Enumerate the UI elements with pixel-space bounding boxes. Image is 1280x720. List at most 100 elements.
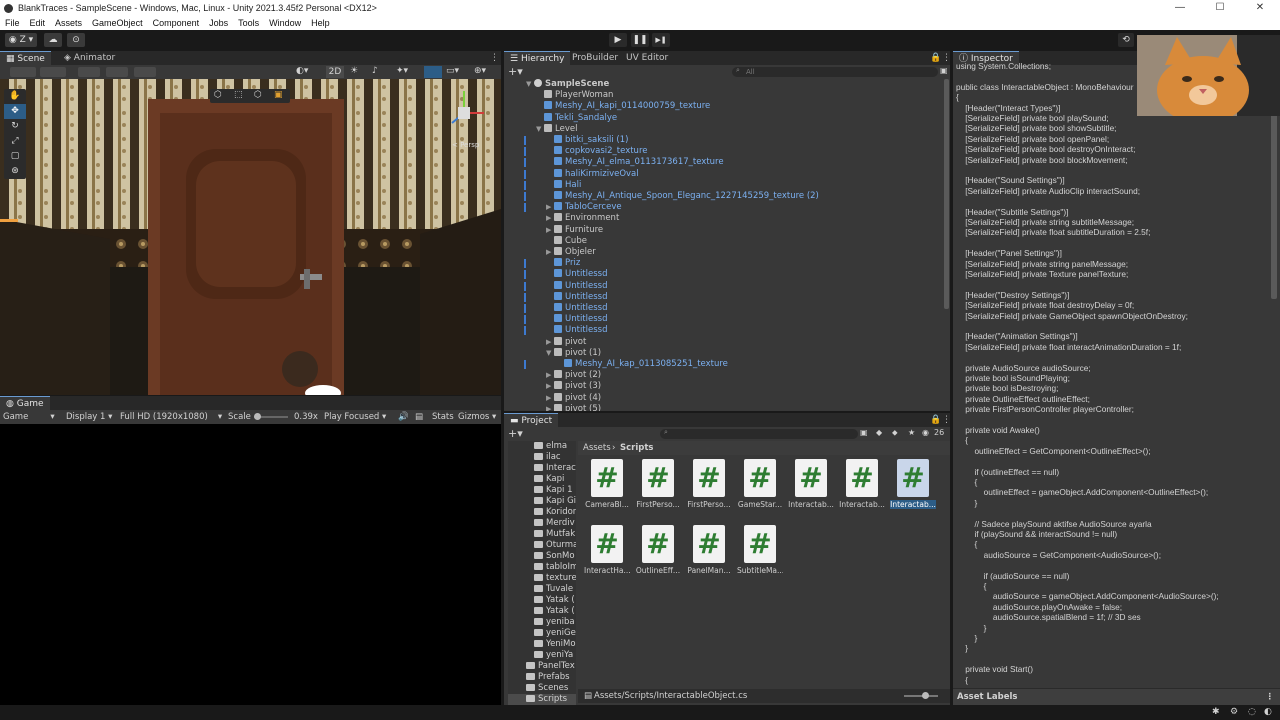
hierarchy-row[interactable]: Untitlessd bbox=[504, 280, 607, 292]
object-mode-icon[interactable]: ⬡ bbox=[214, 90, 222, 100]
cloud-button[interactable]: ☁ bbox=[44, 33, 62, 47]
hierarchy-row[interactable]: ▶ Environment bbox=[504, 213, 619, 224]
hierarchy-scrollbar[interactable] bbox=[944, 79, 949, 309]
project-folder[interactable]: yeniGe bbox=[508, 628, 576, 639]
account-button[interactable]: ◉ Z ▾ bbox=[5, 33, 37, 47]
project-folder[interactable]: Tuvale bbox=[508, 584, 573, 595]
history-button[interactable]: ⟲ bbox=[1118, 33, 1134, 47]
project-folder[interactable]: Kapi bbox=[508, 474, 564, 485]
project-folder[interactable]: ilac bbox=[508, 452, 561, 463]
2d-toggle[interactable]: 2D bbox=[326, 66, 344, 78]
persp-label[interactable]: < Persp bbox=[452, 141, 479, 149]
render-mode-dropdown[interactable] bbox=[40, 67, 66, 77]
hierarchy-row[interactable]: Tekli_Sandalye bbox=[504, 112, 617, 124]
project-folder[interactable]: Kapi 1 bbox=[508, 485, 573, 496]
script-asset[interactable]: # PanelMan... bbox=[686, 525, 732, 579]
close-button[interactable]: ✕ bbox=[1240, 0, 1280, 16]
collab-button[interactable]: ⊙ bbox=[67, 33, 85, 47]
project-folder[interactable]: tabloIm bbox=[508, 562, 576, 573]
effects-icon[interactable]: ✦▾ bbox=[396, 66, 414, 78]
diagnostics-icon[interactable]: ⚙ bbox=[1230, 707, 1238, 717]
script-asset[interactable]: # FirstPerso... bbox=[635, 459, 681, 513]
hierarchy-row[interactable]: ▶ pivot bbox=[504, 336, 586, 348]
favorite-icon[interactable]: ★ bbox=[908, 428, 915, 437]
expand-right-icon[interactable]: ▶ bbox=[546, 213, 554, 224]
play-button[interactable]: ▶ bbox=[609, 33, 627, 47]
step-button[interactable]: ▶❚ bbox=[652, 33, 670, 47]
menu-help[interactable]: Help bbox=[311, 18, 330, 28]
project-folder[interactable]: Scenes bbox=[508, 683, 568, 694]
play-focused-dropdown[interactable]: Play Focused ▾ bbox=[324, 410, 386, 424]
hierarchy-row[interactable]: ▶ pivot (3) bbox=[504, 381, 601, 392]
script-asset[interactable]: # Interactab... bbox=[788, 459, 834, 513]
hierarchy-row[interactable]: Meshy_AI_kap_0113085251_texture bbox=[504, 359, 728, 370]
expand-right-icon[interactable]: ▶ bbox=[546, 370, 554, 381]
script-asset[interactable]: # GameStar... bbox=[737, 459, 783, 513]
tab-animator[interactable]: ◈ Animator bbox=[58, 51, 121, 65]
icon-size-thumb[interactable] bbox=[922, 692, 929, 699]
tab-scene[interactable]: ▦ Scene bbox=[0, 51, 51, 65]
menu-assets[interactable]: Assets bbox=[55, 18, 82, 28]
maximize-button[interactable]: ☐ bbox=[1200, 0, 1240, 16]
menu-tools[interactable]: Tools bbox=[238, 18, 259, 28]
hierarchy-row[interactable]: PlayerWoman bbox=[504, 90, 613, 101]
tab-probuilder[interactable]: ProBuilder bbox=[566, 51, 624, 65]
hierarchy-row[interactable]: Untitlessd bbox=[504, 269, 607, 280]
project-search-input[interactable]: ⌕ bbox=[660, 428, 858, 439]
project-folder[interactable]: YeniMo bbox=[508, 639, 576, 650]
hierarchy-row[interactable]: copkovasi2_texture bbox=[504, 146, 647, 157]
gizmos-button[interactable]: Gizmos bbox=[458, 410, 489, 424]
hierarchy-row[interactable]: ▶ TabloCerceve bbox=[504, 202, 622, 213]
script-asset[interactable]: # InteractHa... bbox=[584, 525, 630, 579]
project-folder[interactable]: Interac bbox=[508, 463, 576, 474]
hierarchy-row[interactable]: ▶ pivot (2) bbox=[504, 370, 601, 381]
menu-jobs[interactable]: Jobs bbox=[209, 18, 228, 28]
menu-window[interactable]: Window bbox=[269, 18, 301, 28]
lighting-icon[interactable]: ☀ bbox=[350, 66, 362, 78]
expand-right-icon[interactable]: ▶ bbox=[546, 381, 554, 392]
rotate-tool-icon[interactable]: ↻ bbox=[4, 119, 26, 134]
project-folder[interactable]: Merdiv bbox=[508, 518, 575, 529]
script-asset[interactable]: # FirstPerso... bbox=[686, 459, 732, 513]
edge-mode-icon[interactable]: ⬡ bbox=[254, 90, 262, 100]
game-view-dropdown[interactable]: Game ▾ bbox=[3, 410, 55, 424]
project-folder[interactable]: Mutfak bbox=[508, 529, 575, 540]
hierarchy-row[interactable]: Meshy_AI_elma_0113173617_texture bbox=[504, 157, 724, 168]
project-folder[interactable]: Scripts bbox=[508, 694, 576, 705]
hierarchy-row[interactable]: ▶ pivot (4) bbox=[504, 392, 601, 404]
project-folder[interactable]: yeniba bbox=[508, 617, 575, 628]
face-mode-icon[interactable]: ▣ bbox=[274, 90, 283, 100]
breadcrumb-scripts[interactable]: Scripts bbox=[620, 441, 653, 455]
audio-icon[interactable]: ♪ bbox=[372, 66, 384, 78]
script-asset[interactable]: # OutlineEff... bbox=[635, 525, 681, 579]
debug-mode-icon[interactable]: ✱ bbox=[1212, 707, 1220, 717]
draw-mode-dropdown[interactable] bbox=[10, 67, 36, 77]
search-by-type-icon[interactable]: ▣ bbox=[860, 428, 868, 437]
filter-icon[interactable]: ◆ bbox=[876, 428, 882, 437]
gizmos-icon[interactable]: ⊕▾ bbox=[474, 66, 496, 78]
stats-button[interactable]: Stats bbox=[432, 410, 454, 424]
snap-dropdown[interactable] bbox=[78, 67, 100, 77]
script-asset[interactable]: # CameraBl... bbox=[584, 459, 630, 513]
menu-file[interactable]: File bbox=[5, 18, 20, 28]
add-object-button[interactable]: +▾ bbox=[508, 65, 523, 79]
tab-uv-editor[interactable]: UV Editor bbox=[620, 51, 674, 65]
hierarchy-row[interactable]: ▶ pivot (5) bbox=[504, 403, 601, 411]
resolution-dropdown[interactable]: Full HD (1920x1080) ▾ bbox=[120, 410, 222, 424]
hierarchy-row[interactable]: Meshy_AI_Antique_Spoon_Eleganc_122714525… bbox=[504, 191, 819, 202]
script-asset[interactable]: # Interactab... bbox=[890, 459, 936, 513]
hierarchy-search-input[interactable]: ⌕ All bbox=[732, 66, 938, 77]
expand-down-icon[interactable]: ▼ bbox=[536, 124, 544, 135]
menu-edit[interactable]: Edit bbox=[30, 18, 46, 28]
hierarchy-row[interactable]: Cube bbox=[504, 235, 587, 247]
stats-icon[interactable]: ▤ bbox=[415, 410, 423, 424]
hand-tool-icon[interactable]: ✋ bbox=[4, 89, 26, 104]
tab-game[interactable]: ◍ Game bbox=[0, 396, 50, 410]
move-tool-icon[interactable]: ✥ bbox=[4, 104, 26, 119]
hierarchy-row[interactable]: ▶ Objeler bbox=[504, 247, 596, 258]
label-icon[interactable]: ⬥ bbox=[892, 428, 898, 438]
scene-more-icon[interactable]: ⋮ bbox=[484, 51, 505, 65]
expand-right-icon[interactable]: ▶ bbox=[546, 337, 554, 348]
hierarchy-row[interactable]: Untitlessd bbox=[504, 314, 607, 325]
project-folder[interactable]: yeniYa bbox=[508, 650, 573, 661]
